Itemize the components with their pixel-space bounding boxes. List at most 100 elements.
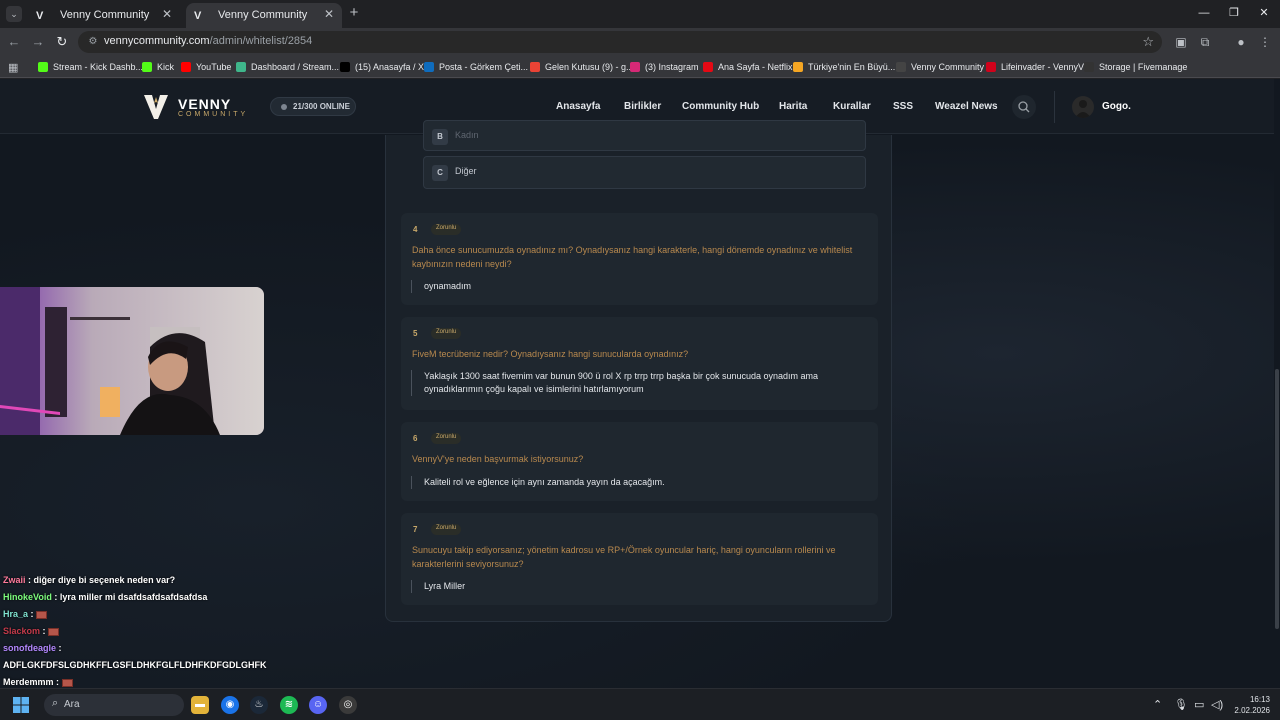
answer-text: Kaliteli rol ve eğlence için aynı zamand… bbox=[411, 476, 861, 489]
nav-link-anasayfa[interactable]: Anasayfa bbox=[556, 101, 600, 112]
chat-message: Hra_a : bbox=[3, 607, 273, 624]
bookmark-label: (15) Anasayfa / X bbox=[355, 62, 425, 72]
nav-link-weazel-news[interactable]: Weazel News bbox=[935, 101, 998, 112]
venny-logo-icon[interactable] bbox=[143, 93, 169, 121]
venny-icon bbox=[896, 62, 906, 72]
forward-icon[interactable]: → bbox=[30, 34, 46, 50]
venny-favicon-icon: V bbox=[36, 10, 44, 22]
question-text: FiveM tecrübeniz nedir? Oynadıysanız han… bbox=[412, 349, 689, 359]
bookmark-label: Ana Sayfa - Netflix bbox=[718, 62, 793, 72]
volume-icon[interactable]: ◁) bbox=[1211, 698, 1223, 711]
bookmark-item[interactable]: Kick bbox=[142, 60, 174, 74]
chat-message: Merdemmm : bbox=[3, 675, 273, 688]
option-letter: B bbox=[432, 129, 448, 145]
kick-icon bbox=[38, 62, 48, 72]
reload-icon[interactable]: ↻ bbox=[54, 34, 70, 50]
question-number: 7 bbox=[413, 525, 418, 534]
tab-close-icon[interactable]: ✕ bbox=[322, 7, 336, 21]
required-badge: Zorunlu bbox=[431, 224, 462, 235]
address-bar[interactable]: ⚙ vennycommunity.com/admin/whitelist/285… bbox=[78, 31, 1162, 53]
obs-icon[interactable]: ◎ bbox=[339, 696, 357, 714]
nav-link-community-hub[interactable]: Community Hub bbox=[682, 101, 759, 112]
bookmark-item[interactable]: Venny Community bbox=[896, 60, 984, 74]
tab-title: Venny Community bbox=[60, 9, 150, 21]
page-scrollbar-thumb[interactable] bbox=[1275, 369, 1279, 629]
bookmark-label: Stream - Kick Dashb... bbox=[53, 62, 144, 72]
steam-icon[interactable]: ♨ bbox=[250, 696, 268, 714]
chat-username[interactable]: sonofdeagle bbox=[3, 643, 56, 653]
bookmark-item[interactable]: Lifeinvader - VennyV bbox=[986, 60, 1084, 74]
chrome-icon[interactable]: ◉ bbox=[221, 696, 239, 714]
brick-emote-icon bbox=[48, 627, 60, 636]
profile-icon[interactable]: ● bbox=[1233, 34, 1249, 50]
apps-grid-icon[interactable]: ▦ bbox=[8, 61, 18, 74]
chat-username[interactable]: Slackom bbox=[3, 626, 40, 636]
option-item: B Kadın bbox=[423, 120, 866, 151]
new-tab-button[interactable]: + bbox=[347, 5, 361, 20]
question-number: 6 bbox=[413, 434, 418, 443]
required-badge: Zorunlu bbox=[431, 524, 462, 535]
username[interactable]: Gogo. bbox=[1102, 101, 1131, 112]
nav-link-kurallar[interactable]: Kurallar bbox=[833, 101, 871, 112]
microphone-icon[interactable]: 🎙 bbox=[1174, 698, 1188, 711]
chat-username[interactable]: Zwaii bbox=[3, 575, 26, 585]
close-window-icon[interactable]: ✕ bbox=[1254, 5, 1274, 21]
tray-chevron-icon[interactable]: ⌃ bbox=[1153, 698, 1162, 711]
tab-search-button[interactable]: ⌄ bbox=[6, 6, 22, 22]
chat-username[interactable]: HinokeVoid bbox=[3, 592, 52, 602]
taskbar-clock[interactable]: 16:13 2.02.2026 bbox=[1228, 694, 1270, 716]
chat-separator: : bbox=[51, 592, 60, 602]
storage-icon bbox=[1084, 62, 1094, 72]
bookmark-item[interactable]: Storage | Fivemanage bbox=[1084, 60, 1187, 74]
nav-link-harita[interactable]: Harita bbox=[779, 101, 807, 112]
bookmark-item[interactable]: Dashboard / Stream... bbox=[236, 60, 339, 74]
search-button[interactable] bbox=[1012, 95, 1036, 119]
restore-icon[interactable]: ❐ bbox=[1224, 5, 1244, 21]
bookmark-item[interactable]: Stream - Kick Dashb... bbox=[38, 60, 143, 74]
question-text: VennyV'ye neden başvurmak istiyorsunuz? bbox=[412, 454, 584, 464]
bookmark-item[interactable]: Posta - Görkem Çeti... bbox=[424, 60, 528, 74]
browser-tab-active[interactable]: V Venny Community ✕ bbox=[186, 3, 342, 28]
minimize-icon[interactable]: — bbox=[1194, 5, 1214, 21]
bookmark-star-icon[interactable]: ☆ bbox=[1142, 34, 1154, 50]
back-icon[interactable]: ← bbox=[6, 34, 22, 50]
logo-title[interactable]: VENNY bbox=[178, 96, 231, 112]
bookmark-item[interactable]: (3) Instagram bbox=[630, 60, 699, 74]
browser-tab[interactable]: V Venny Community ✕ bbox=[28, 3, 180, 28]
chat-username[interactable]: Hra_a bbox=[3, 609, 28, 619]
site-info-icon[interactable]: ⚙ bbox=[86, 35, 100, 49]
youtube-icon bbox=[181, 62, 191, 72]
bookmark-item[interactable]: YouTube bbox=[181, 60, 231, 74]
windows-start-icon[interactable] bbox=[13, 697, 29, 713]
option-text: Kadın bbox=[455, 130, 479, 140]
menu-kebab-icon[interactable]: ⋮ bbox=[1257, 34, 1273, 50]
discord-icon[interactable]: ☺ bbox=[309, 696, 327, 714]
question-number: 4 bbox=[413, 225, 418, 234]
avatar[interactable] bbox=[1072, 96, 1094, 118]
question-card: 7 Zorunlu Sunucuyu takip ediyorsanız; yö… bbox=[401, 513, 878, 605]
nav-link-birlikler[interactable]: Birlikler bbox=[624, 101, 661, 112]
chat-message: ADFLGKFDFSLGDHKFFLGSFLDHKFGLFLDHFKDFGDLG… bbox=[3, 658, 273, 675]
bookmark-item[interactable]: Gelen Kutusu (9) - g... bbox=[530, 60, 634, 74]
dashboard-icon bbox=[236, 62, 246, 72]
chat-separator: : bbox=[53, 677, 62, 687]
tab-close-icon[interactable]: ✕ bbox=[160, 7, 174, 21]
nav-link-sss[interactable]: SSS bbox=[893, 101, 913, 112]
question-number: 5 bbox=[413, 329, 418, 338]
answer-text: oynamadım bbox=[411, 280, 861, 293]
bookmark-item[interactable]: (15) Anasayfa / X bbox=[340, 60, 424, 74]
extension-icon[interactable]: ▣ bbox=[1173, 34, 1189, 50]
file-explorer-icon[interactable]: ▬ bbox=[191, 696, 209, 714]
taskbar-search[interactable]: ⌕ Ara bbox=[44, 694, 184, 716]
url-path: /admin/whitelist/2854 bbox=[209, 35, 313, 47]
spotify-icon[interactable]: ≋ bbox=[280, 696, 298, 714]
chat-text: lyra miller mi dsafdsafdsafdsafdsa bbox=[59, 592, 208, 602]
bookmark-item[interactable]: Türkiye'nin En Büyü... bbox=[793, 60, 895, 74]
network-icon[interactable]: ▭ bbox=[1194, 698, 1204, 711]
url-text[interactable]: vennycommunity.com/admin/whitelist/2854 bbox=[104, 35, 312, 47]
extensions-puzzle-icon[interactable]: ⧉ bbox=[1197, 34, 1213, 50]
bookmark-item[interactable]: Ana Sayfa - Netflix bbox=[703, 60, 793, 74]
netflix-icon bbox=[703, 62, 713, 72]
chat-username[interactable]: Merdemmm bbox=[3, 677, 54, 687]
question-card: 5 Zorunlu FiveM tecrübeniz nedir? Oynadı… bbox=[401, 317, 878, 410]
